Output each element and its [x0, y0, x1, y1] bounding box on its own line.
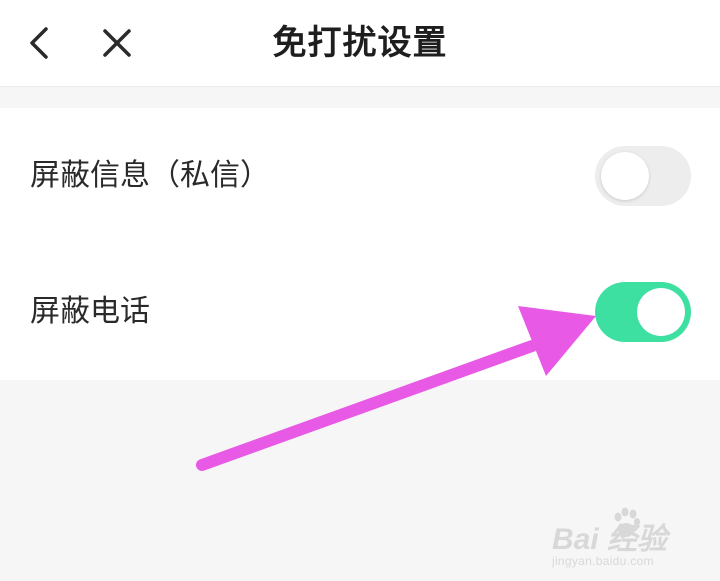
baidu-jingyan-watermark: Bai 经验 jingyan.baidu.com [552, 504, 712, 574]
setting-row-block-messages[interactable]: 屏蔽信息（私信） [0, 108, 720, 244]
top-bar: 免打扰设置 [0, 0, 720, 87]
paw-icon [614, 507, 640, 537]
setting-label: 屏蔽信息（私信） [30, 158, 270, 193]
settings-list: 屏蔽信息（私信） 屏蔽电话 [0, 108, 720, 380]
watermark-brand: Bai 经验 [552, 523, 668, 556]
block-calls-toggle[interactable] [595, 282, 691, 342]
toggle-knob [601, 152, 649, 200]
toggle-knob [637, 288, 685, 336]
page-title: 免打扰设置 [272, 23, 448, 63]
setting-label: 屏蔽电话 [30, 294, 150, 329]
block-messages-toggle[interactable] [595, 146, 691, 206]
watermark-url: jingyan.baidu.com [552, 554, 654, 568]
setting-row-block-calls[interactable]: 屏蔽电话 [0, 244, 720, 380]
